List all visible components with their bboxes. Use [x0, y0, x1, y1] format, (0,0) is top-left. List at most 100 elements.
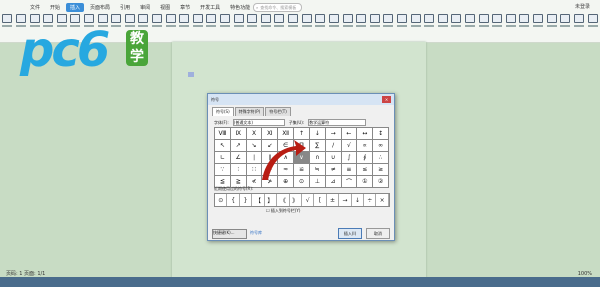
- ribbon-button[interactable]: [165, 14, 176, 40]
- menu-item[interactable]: 开发工具: [196, 3, 224, 12]
- ribbon-button[interactable]: [465, 14, 476, 40]
- symbol-cell[interactable]: √: [341, 140, 358, 152]
- insert-to-bar-checkbox[interactable]: ☐ 插入到符号栏(Y): [266, 208, 300, 214]
- ribbon-button[interactable]: [424, 14, 435, 40]
- symbol-cell[interactable]: ∫: [341, 152, 358, 164]
- symbol-cell[interactable]: ⊥: [309, 176, 326, 188]
- symbol-cell[interactable]: ∩: [309, 152, 326, 164]
- recent-symbol[interactable]: ⊙: [215, 194, 228, 206]
- ribbon-button[interactable]: [410, 14, 421, 40]
- ribbon-button[interactable]: [451, 14, 462, 40]
- recent-symbol[interactable]: ÷: [364, 194, 377, 206]
- symbol-cell[interactable]: ≒: [309, 164, 326, 176]
- ribbon-button[interactable]: [192, 14, 204, 40]
- symbol-cell[interactable]: ⊿: [325, 176, 342, 188]
- search-box[interactable]: ⌕ 查找命令、搜索模板: [253, 3, 302, 12]
- symbol-cell[interactable]: ②: [373, 176, 389, 188]
- font-select[interactable]: (普通文本): [232, 119, 285, 126]
- menu-item[interactable]: 文件: [26, 3, 44, 12]
- ribbon-button[interactable]: [573, 14, 585, 40]
- symbol-cell[interactable]: ∶: [230, 164, 247, 176]
- symbol-cell[interactable]: ∞: [373, 140, 389, 152]
- menu-item[interactable]: 插入: [66, 3, 85, 12]
- ribbon-button[interactable]: [383, 14, 394, 40]
- menu-item[interactable]: 特色功能: [226, 3, 254, 12]
- symbol-cell[interactable]: ∮: [357, 152, 374, 164]
- symbol-cell[interactable]: ↕: [373, 128, 389, 140]
- symbol-cell[interactable]: ↔: [357, 128, 374, 140]
- symbol-cell[interactable]: ∝: [357, 140, 374, 152]
- recent-symbol[interactable]: }: [240, 194, 253, 206]
- symbol-cell[interactable]: ∪: [325, 152, 342, 164]
- menu-item[interactable]: 章节: [176, 3, 194, 12]
- subset-select[interactable]: 数学运算符: [308, 119, 367, 126]
- symbol-cell[interactable]: ∵: [215, 164, 231, 176]
- ribbon-button[interactable]: [247, 14, 258, 40]
- ribbon-button[interactable]: [2, 14, 13, 40]
- recent-symbol[interactable]: {: [227, 194, 240, 206]
- symbol-cell[interactable]: Ⅸ: [230, 128, 247, 140]
- recent-symbol[interactable]: √: [302, 194, 315, 206]
- symbol-cell[interactable]: ⌒: [341, 176, 358, 188]
- symbol-library-link[interactable]: 符号库: [250, 230, 262, 236]
- ribbon-button[interactable]: [328, 14, 340, 40]
- ribbon-button[interactable]: [179, 14, 190, 40]
- symbol-cell[interactable]: ≠: [325, 164, 342, 176]
- menu-item[interactable]: 开始: [46, 3, 64, 12]
- ribbon-button[interactable]: [315, 14, 326, 40]
- ribbon-button[interactable]: [519, 14, 530, 40]
- ribbon-button[interactable]: [274, 14, 285, 40]
- shortcut-button[interactable]: 快捷键(K)...: [212, 229, 247, 239]
- ribbon-button[interactable]: [152, 14, 163, 40]
- symbol-cell[interactable]: →: [325, 128, 342, 140]
- ribbon-button[interactable]: [560, 14, 571, 40]
- recent-symbol[interactable]: 【: [252, 194, 265, 206]
- close-icon[interactable]: ×: [382, 96, 391, 103]
- symbol-cell[interactable]: ∑: [309, 140, 326, 152]
- zoom-level[interactable]: 100%: [578, 271, 592, 277]
- menu-item[interactable]: 审阅: [136, 3, 154, 12]
- symbol-cell[interactable]: ∟: [215, 152, 231, 164]
- recent-symbol[interactable]: 《: [277, 194, 290, 206]
- symbol-cell[interactable]: Ⅷ: [215, 128, 231, 140]
- symbol-cell[interactable]: ↗: [230, 140, 247, 152]
- symbol-cell[interactable]: ∴: [373, 152, 389, 164]
- symbol-cell[interactable]: ←: [341, 128, 358, 140]
- ribbon-button[interactable]: [492, 14, 503, 40]
- ribbon-button[interactable]: [478, 14, 489, 40]
- recent-symbol[interactable]: [: [314, 194, 327, 206]
- ribbon-button[interactable]: [505, 14, 517, 40]
- insert-button[interactable]: 插入(I): [338, 228, 362, 239]
- ribbon-button[interactable]: [111, 14, 122, 40]
- ribbon-button[interactable]: [288, 14, 299, 40]
- dialog-tab[interactable]: 特殊字符(P): [234, 107, 265, 116]
- recent-symbol[interactable]: 》: [290, 194, 302, 206]
- ribbon-button[interactable]: [356, 14, 367, 40]
- recent-symbol[interactable]: 】: [265, 194, 278, 206]
- menu-item[interactable]: 视图: [156, 3, 174, 12]
- dialog-tab[interactable]: 符号栏(T): [265, 107, 291, 116]
- ribbon-button[interactable]: [233, 14, 244, 40]
- recent-symbol[interactable]: ×: [376, 194, 389, 206]
- ribbon-button[interactable]: [587, 14, 598, 40]
- ribbon-button[interactable]: [369, 14, 380, 40]
- recent-symbol[interactable]: →: [339, 194, 352, 206]
- menu-item[interactable]: 引用: [116, 3, 134, 12]
- ribbon-button[interactable]: [533, 14, 544, 40]
- symbol-cell[interactable]: ↓: [309, 128, 326, 140]
- recent-symbol[interactable]: ↓: [352, 194, 365, 206]
- menu-item[interactable]: 页面布局: [86, 3, 114, 12]
- symbol-cell[interactable]: ≥: [373, 164, 389, 176]
- ribbon-button[interactable]: [220, 14, 231, 40]
- ribbon-button[interactable]: [396, 14, 408, 40]
- ribbon-button[interactable]: [301, 14, 312, 40]
- ribbon-button[interactable]: [342, 14, 353, 40]
- symbol-cell[interactable]: ≤: [357, 164, 374, 176]
- ribbon-button[interactable]: [437, 14, 449, 40]
- recent-symbol[interactable]: ±: [327, 194, 340, 206]
- symbol-cell[interactable]: ↖: [215, 140, 231, 152]
- ribbon-button[interactable]: [260, 14, 272, 40]
- symbol-cell[interactable]: ∕: [325, 140, 342, 152]
- symbol-cell[interactable]: ∠: [230, 152, 247, 164]
- symbol-cell[interactable]: ①: [357, 176, 374, 188]
